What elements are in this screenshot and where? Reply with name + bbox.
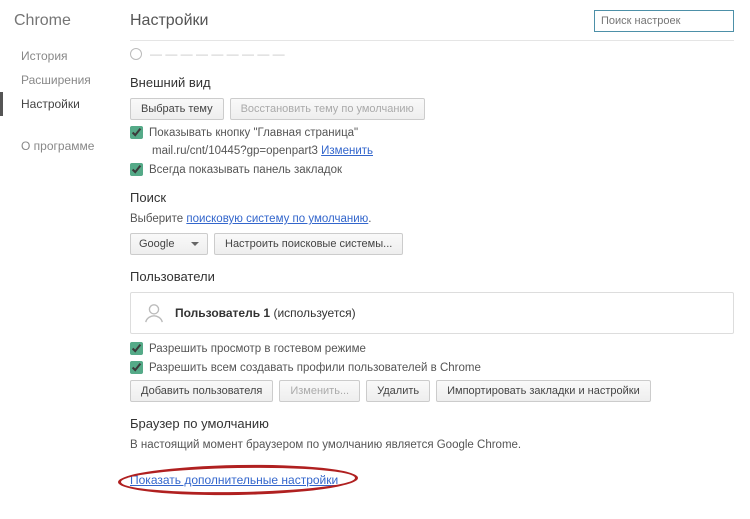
allow-create-label: Разрешить всем создавать профили пользов… <box>149 362 481 374</box>
restore-theme-button: Восстановить тему по умолчанию <box>230 98 425 120</box>
section-users-title: Пользователи <box>130 269 734 284</box>
chevron-down-icon <box>191 242 199 246</box>
guest-mode-label: Разрешить просмотр в гостевом режиме <box>149 343 366 355</box>
home-url-value: mail.ru/cnt/10445?gp=openpart3 <box>152 145 318 157</box>
manage-search-engines-button[interactable]: Настроить поисковые системы... <box>214 233 403 255</box>
default-browser-status: В настоящий момент браузером по умолчани… <box>130 439 734 451</box>
brand-label: Chrome <box>14 12 110 30</box>
search-input[interactable] <box>594 10 734 32</box>
import-bookmarks-button[interactable]: Импортировать закладки и настройки <box>436 380 651 402</box>
guest-mode-checkbox[interactable] <box>130 342 143 355</box>
show-bookmarks-checkbox[interactable] <box>130 163 143 176</box>
search-desc-link[interactable]: поисковую систему по умолчанию <box>186 213 368 225</box>
section-default-browser-title: Браузер по умолчанию <box>130 416 734 431</box>
avatar-icon <box>143 302 165 324</box>
add-user-button[interactable]: Добавить пользователя <box>130 380 273 402</box>
page-title: Настройки <box>130 12 208 30</box>
change-home-link[interactable]: Изменить <box>321 145 373 157</box>
show-home-label: Показывать кнопку "Главная страница" <box>149 127 358 139</box>
user-name-label: Пользователь 1 <box>175 306 270 320</box>
search-engine-select[interactable]: Google <box>130 233 208 255</box>
show-home-checkbox[interactable] <box>130 126 143 139</box>
sidebar-item-extensions[interactable]: Расширения <box>0 68 110 92</box>
choose-theme-button[interactable]: Выбрать тему <box>130 98 224 120</box>
search-desc-prefix: Выберите <box>130 213 186 225</box>
user-note-label: (используется) <box>273 306 355 320</box>
show-bookmarks-label: Всегда показывать панель закладок <box>149 164 342 176</box>
sidebar-item-settings[interactable]: Настройки <box>0 92 110 116</box>
sidebar-item-history[interactable]: История <box>0 44 110 68</box>
section-search-title: Поиск <box>130 190 734 205</box>
edit-user-button: Изменить... <box>279 380 360 402</box>
search-engine-value: Google <box>139 238 174 250</box>
show-advanced-link[interactable]: Показать дополнительные настройки <box>130 473 338 487</box>
allow-create-checkbox[interactable] <box>130 361 143 374</box>
remove-user-button[interactable]: Удалить <box>366 380 430 402</box>
sidebar-item-about[interactable]: О программе <box>0 134 110 158</box>
user-row[interactable]: Пользователь 1 (используется) <box>130 292 734 334</box>
truncated-row: — — — — — — — — — <box>130 47 734 61</box>
section-appearance-title: Внешний вид <box>130 75 734 90</box>
